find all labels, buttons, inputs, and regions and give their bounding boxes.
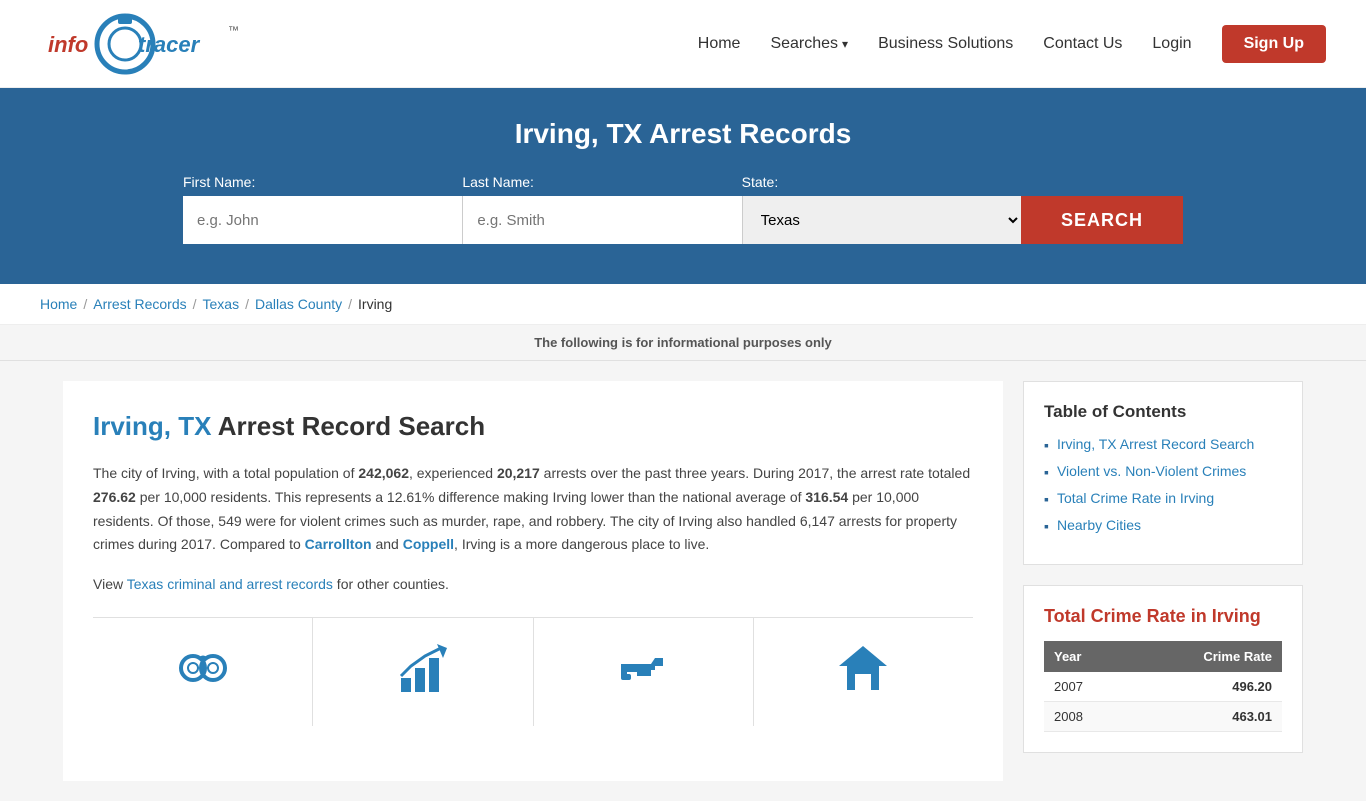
- logo-svg: info tracer ™: [40, 10, 240, 78]
- texas-records-link[interactable]: Texas criminal and arrest records: [127, 576, 333, 592]
- year-2008: 2008: [1044, 702, 1129, 732]
- breadcrumb-texas[interactable]: Texas: [203, 296, 240, 312]
- breadcrumb-sep-3: /: [245, 296, 249, 312]
- first-name-input[interactable]: [183, 196, 462, 244]
- breadcrumb-sep-4: /: [348, 296, 352, 312]
- toc-link-3[interactable]: Total Crime Rate in Irving: [1057, 490, 1214, 506]
- hero-title: Irving, TX Arrest Records: [40, 118, 1326, 150]
- page-heading: Irving, TX Arrest Record Search: [93, 411, 973, 442]
- site-header: info tracer ™ Home Searches ▾ Business S…: [0, 0, 1366, 88]
- search-button[interactable]: SEARCH: [1021, 196, 1183, 244]
- nav-searches[interactable]: Searches ▾: [770, 35, 848, 53]
- rate-2007: 496.20: [1129, 672, 1282, 702]
- col-year: Year: [1044, 641, 1129, 672]
- toc-list: Irving, TX Arrest Record Search Violent …: [1044, 436, 1282, 534]
- city1-link[interactable]: Carrollton: [305, 536, 372, 552]
- chart-up-icon: [393, 638, 453, 698]
- search-form: First Name: Last Name: State: Texas SEAR…: [183, 174, 1183, 244]
- nav-login[interactable]: Login: [1152, 35, 1191, 53]
- heading-rest: Arrest Record Search: [218, 411, 485, 441]
- heading-state: TX: [178, 411, 211, 441]
- toc-item-1: Irving, TX Arrest Record Search: [1044, 436, 1282, 453]
- nav-home[interactable]: Home: [698, 35, 741, 53]
- svg-text:info: info: [48, 32, 88, 57]
- toc-item-4: Nearby Cities: [1044, 517, 1282, 534]
- crime-table-header: Year Crime Rate: [1044, 641, 1282, 672]
- year-2007: 2007: [1044, 672, 1129, 702]
- breadcrumb: Home / Arrest Records / Texas / Dallas C…: [0, 284, 1366, 325]
- last-name-group: Last Name:: [462, 174, 741, 244]
- rate-value: 276.62: [93, 489, 136, 505]
- crime-rate-box: Total Crime Rate in Irving Year Crime Ra…: [1023, 585, 1303, 753]
- toc-item-2: Violent vs. Non-Violent Crimes: [1044, 463, 1282, 480]
- sidebar: Table of Contents Irving, TX Arrest Reco…: [1023, 381, 1303, 753]
- last-name-input[interactable]: [462, 196, 741, 244]
- chart-up-icon-item: [313, 618, 533, 726]
- first-name-group: First Name:: [183, 174, 462, 244]
- table-row: 2007 496.20: [1044, 672, 1282, 702]
- toc-item-3: Total Crime Rate in Irving: [1044, 490, 1282, 507]
- state-group: State: Texas: [742, 174, 1021, 244]
- breadcrumb-arrest-records[interactable]: Arrest Records: [93, 296, 186, 312]
- searches-dropdown-arrow: ▾: [842, 37, 848, 51]
- col-rate: Crime Rate: [1129, 641, 1282, 672]
- content-area: Irving, TX Arrest Record Search The city…: [63, 381, 1003, 781]
- toc-box: Table of Contents Irving, TX Arrest Reco…: [1023, 381, 1303, 565]
- view-paragraph: View Texas criminal and arrest records f…: [93, 573, 973, 597]
- gun-icon: [613, 638, 673, 698]
- crime-rate-table: Year Crime Rate 2007 496.20 2008 463.01: [1044, 641, 1282, 732]
- icons-row: [93, 617, 973, 726]
- hero-banner: Irving, TX Arrest Records First Name: La…: [0, 88, 1366, 284]
- breadcrumb-sep-2: /: [193, 296, 197, 312]
- last-name-label: Last Name:: [462, 174, 741, 190]
- svg-text:™: ™: [228, 25, 239, 37]
- breadcrumb-current: Irving: [358, 296, 392, 312]
- nav-contact-us[interactable]: Contact Us: [1043, 35, 1122, 53]
- logo[interactable]: info tracer ™: [40, 10, 240, 78]
- svg-text:tracer: tracer: [138, 32, 201, 57]
- population-value: 242,062: [358, 465, 409, 481]
- house-icon: [833, 638, 893, 698]
- toc-title: Table of Contents: [1044, 402, 1282, 422]
- heading-city: Irving,: [93, 411, 171, 441]
- state-label: State:: [742, 174, 1021, 190]
- city2-link[interactable]: Coppell: [403, 536, 454, 552]
- info-note: The following is for informational purpo…: [0, 325, 1366, 361]
- breadcrumb-sep-1: /: [83, 296, 87, 312]
- main-nav: Home Searches ▾ Business Solutions Conta…: [698, 25, 1326, 63]
- rate-2008: 463.01: [1129, 702, 1282, 732]
- national-rate-value: 316.54: [805, 489, 848, 505]
- first-name-label: First Name:: [183, 174, 462, 190]
- handcuffs-icon: [173, 638, 233, 698]
- handcuffs-icon-item: [93, 618, 313, 726]
- arrests-value: 20,217: [497, 465, 540, 481]
- nav-signup-button[interactable]: Sign Up: [1222, 25, 1326, 63]
- gun-icon-item: [534, 618, 754, 726]
- main-paragraph: The city of Irving, with a total populat…: [93, 462, 973, 557]
- table-row: 2008 463.01: [1044, 702, 1282, 732]
- breadcrumb-dallas-county[interactable]: Dallas County: [255, 296, 342, 312]
- breadcrumb-home[interactable]: Home: [40, 296, 77, 312]
- toc-link-4[interactable]: Nearby Cities: [1057, 517, 1141, 533]
- toc-link-2[interactable]: Violent vs. Non-Violent Crimes: [1057, 463, 1246, 479]
- toc-link-1[interactable]: Irving, TX Arrest Record Search: [1057, 436, 1254, 452]
- house-icon-item: [754, 618, 973, 726]
- main-layout: Irving, TX Arrest Record Search The city…: [43, 361, 1323, 801]
- crime-rate-title: Total Crime Rate in Irving: [1044, 606, 1282, 627]
- nav-business-solutions[interactable]: Business Solutions: [878, 35, 1013, 53]
- state-select[interactable]: Texas: [742, 196, 1021, 244]
